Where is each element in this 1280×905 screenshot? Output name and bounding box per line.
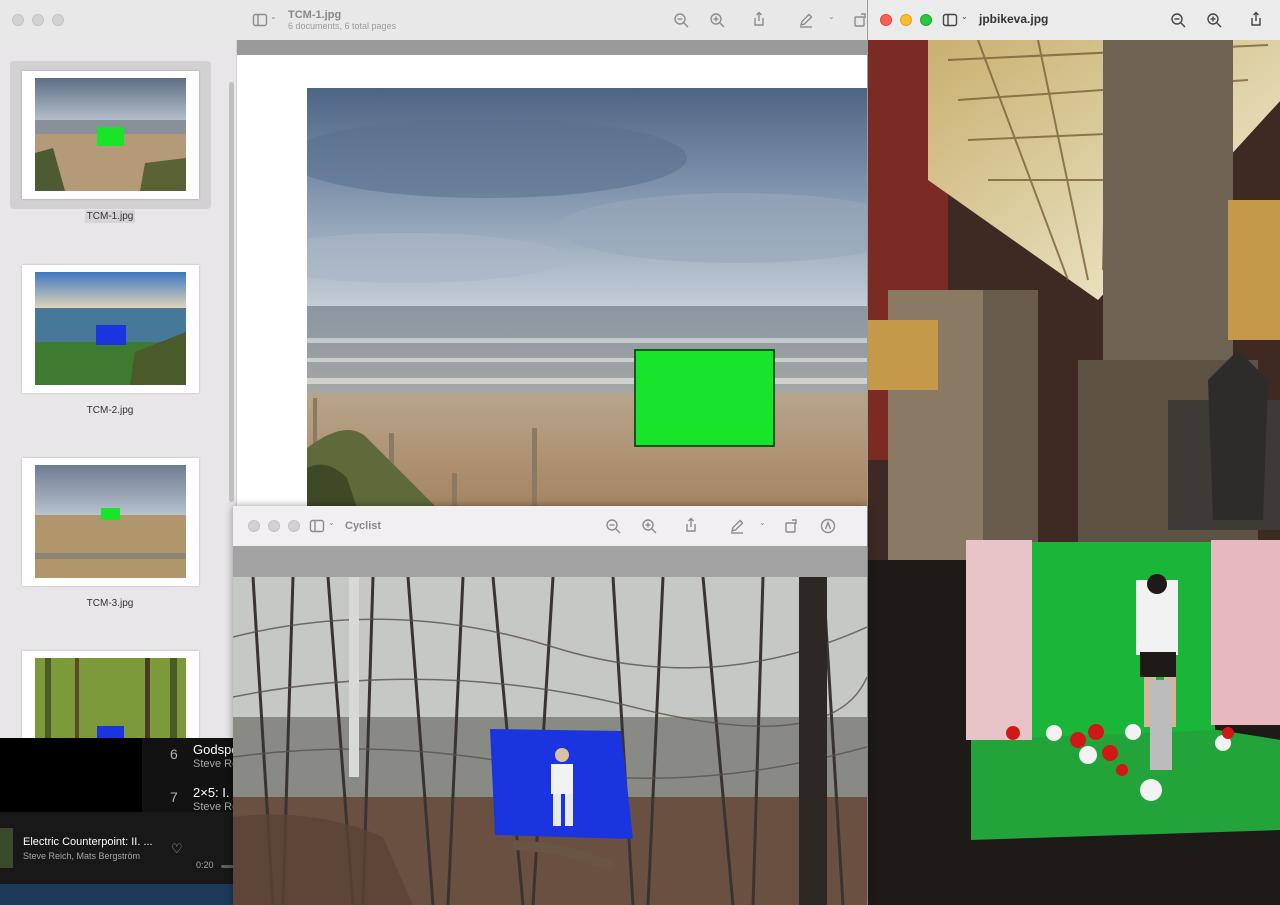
thumbnail-card [22, 651, 199, 738]
thumbnail-item-tcm-1[interactable] [10, 61, 211, 209]
titlebar[interactable]: ⌄ Cyclist ⌄ [233, 506, 867, 546]
rotate-icon[interactable] [784, 518, 800, 534]
thumbnail-image [35, 465, 186, 578]
preview-window-cyclist: ⌄ Cyclist ⌄ [233, 506, 867, 905]
main-image-beach[interactable] [307, 88, 870, 508]
thumbnail-sidebar: TCM-1.jpg TCM-2.jpg TCM-3.jpg [0, 40, 237, 738]
now-playing-art [0, 828, 13, 868]
share-icon[interactable] [1248, 11, 1264, 27]
window-controls [880, 14, 932, 26]
desktop-strip [0, 884, 240, 905]
chevron-down-icon[interactable]: ⌄ [328, 518, 335, 527]
sidebar-toggle-icon[interactable] [252, 12, 268, 28]
playback-time: 0:20 [196, 860, 214, 870]
zoom-out-icon[interactable] [1170, 12, 1186, 28]
chevron-down-icon[interactable]: ⌄ [961, 12, 968, 21]
close-button[interactable] [248, 520, 260, 532]
document-title: jpbikeva.jpg [979, 12, 1049, 26]
document-title: TCM-1.jpg [288, 9, 342, 21]
now-playing-artist[interactable]: Steve Reich, Mats Bergström [23, 851, 140, 861]
minimize-button[interactable] [32, 14, 44, 26]
music-player-window: 6 Godspe Steve Re 7 2×5: I. I Steve Re E… [0, 730, 240, 905]
zoom-button[interactable] [288, 520, 300, 532]
annotate-icon[interactable] [820, 518, 836, 534]
zoom-in-icon[interactable] [709, 12, 725, 28]
thumbnail-label: TCM-1.jpg [84, 210, 136, 223]
heart-icon[interactable]: ♡ [171, 841, 183, 857]
sidebar-scrollbar[interactable] [228, 82, 235, 502]
zoom-out-icon[interactable] [673, 12, 689, 28]
page-gutter [233, 546, 867, 577]
thumbnail-card [22, 71, 199, 199]
thumbnail-image [35, 658, 186, 738]
titlebar[interactable]: ⌄ TCM-1.jpg 6 documents, 6 total pages ⌄ [0, 0, 870, 40]
main-image-bike[interactable] [868, 40, 1280, 905]
thumbnail-card [22, 458, 199, 586]
now-playing-title[interactable]: Electric Counterpoint: II. ... [23, 836, 153, 848]
markup-icon[interactable] [798, 12, 814, 28]
chevron-down-icon[interactable]: ⌄ [828, 12, 835, 21]
chevron-down-icon[interactable]: ⌄ [759, 518, 766, 527]
track-name: 2×5: I. I [193, 785, 237, 800]
now-playing-bar [0, 812, 240, 884]
zoom-out-icon[interactable] [605, 518, 621, 534]
minimize-button[interactable] [900, 14, 912, 26]
thumbnail-item-tcm-3[interactable] [10, 448, 211, 596]
track-number: 7 [170, 789, 178, 805]
track-name: Godspe [193, 742, 239, 757]
main-image-cyclist[interactable] [233, 577, 867, 905]
chevron-down-icon[interactable]: ⌄ [270, 12, 277, 21]
sidebar-toggle-icon[interactable] [942, 12, 958, 28]
share-icon[interactable] [751, 11, 767, 27]
share-icon[interactable] [683, 517, 699, 533]
thumbnail-label: TCM-3.jpg [86, 598, 134, 609]
minimize-button[interactable] [268, 520, 280, 532]
thumbnail-image [35, 272, 186, 385]
window-controls [12, 14, 64, 26]
thumbnail-card [22, 265, 199, 393]
titlebar[interactable]: ⌄ jpbikeva.jpg [868, 0, 1280, 40]
preview-window-bike: ⌄ jpbikeva.jpg [867, 0, 1280, 905]
zoom-button[interactable] [52, 14, 64, 26]
track-number: 6 [170, 746, 178, 762]
thumbnail-item-tcm-2[interactable] [10, 255, 211, 403]
scrollbar-thumb[interactable] [229, 82, 234, 502]
album-art [0, 738, 142, 814]
close-button[interactable] [880, 14, 892, 26]
document-title: Cyclist [345, 520, 382, 532]
thumbnail-label: TCM-2.jpg [86, 405, 134, 416]
zoom-in-icon[interactable] [641, 518, 657, 534]
zoom-button[interactable] [920, 14, 932, 26]
thumbnail-item-tcm-4[interactable] [10, 641, 211, 738]
thumbnail-image [35, 78, 186, 191]
track-artist: Steve Re [193, 758, 239, 770]
markup-icon[interactable] [729, 518, 745, 534]
window-controls [248, 520, 300, 532]
zoom-in-icon[interactable] [1206, 12, 1222, 28]
document-subtitle: 6 documents, 6 total pages [288, 21, 397, 31]
sidebar-toggle-icon[interactable] [309, 518, 325, 534]
page-gutter [237, 40, 870, 55]
close-button[interactable] [12, 14, 24, 26]
